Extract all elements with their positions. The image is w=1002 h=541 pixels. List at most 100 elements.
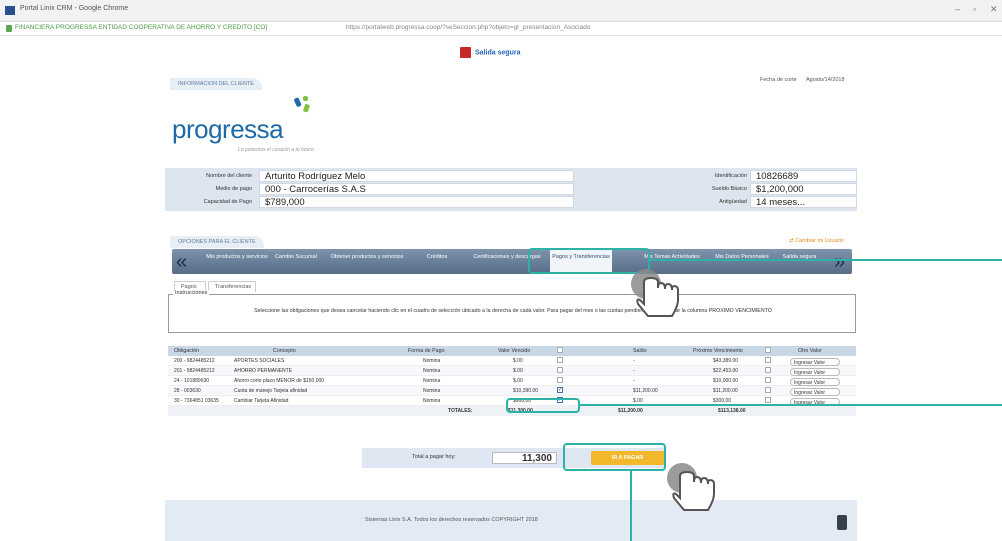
overdue-checkbox[interactable]: [557, 377, 563, 383]
progressa-logo: progressa: [172, 96, 310, 145]
overdue-checkbox[interactable]: ✓: [557, 387, 563, 393]
total-balance: $11,200.00: [618, 408, 643, 414]
overdue-cell: $.00: [513, 358, 523, 364]
tab-transfers[interactable]: Transferencias: [208, 281, 256, 292]
main-nav: « Mis productos y servicios Cambio Sucur…: [172, 249, 852, 274]
col-other-value: Otro Valor: [798, 348, 822, 354]
instructions-text: Seleccione las obligaciones que desea ca…: [254, 308, 772, 314]
select-all-next-due-checkbox[interactable]: [765, 347, 771, 353]
col-next-due: Próximo Vencimiento: [693, 348, 743, 354]
highlight-pay-button: [563, 443, 666, 471]
next-due-checkbox[interactable]: [765, 377, 771, 383]
restore-icon[interactable]: ▫: [973, 4, 976, 14]
nav-prev-icon[interactable]: «: [176, 252, 187, 272]
concept-cell: Cambiar Tarjeta Afinidad: [234, 398, 289, 404]
col-payment-form: Forma de Pago: [408, 348, 445, 354]
instructions-legend: Instrucciones: [173, 290, 210, 296]
next-due-checkbox[interactable]: [765, 387, 771, 393]
nav-change-branch[interactable]: Cambio Sucursal: [272, 254, 320, 261]
payment-form-cell: Nomina: [423, 388, 441, 394]
overdue-checkbox[interactable]: [557, 357, 563, 363]
other-value-input[interactable]: Ingresar Valor: [790, 378, 840, 386]
next-due-checkbox[interactable]: [765, 357, 771, 363]
next-due-cell: $22,453.00: [713, 368, 739, 374]
balance-cell: $11,200.00: [633, 388, 658, 394]
col-obligation: Obligación: [174, 348, 200, 354]
window-title: Portal Linix CRM - Google Chrome: [20, 5, 129, 12]
col-concept: Concepto: [273, 348, 296, 354]
concept-cell: AHORRO PERMANENTE: [234, 368, 293, 374]
next-due-cell: $43,389.00: [713, 358, 739, 364]
id-label: Identificación: [714, 173, 747, 179]
overdue-cell: $.00: [513, 378, 523, 384]
client-row: Nombre del cliente Arturito Rodríguez Me…: [167, 170, 857, 182]
obligation-cell: 30 - 7364851 03635: [174, 398, 219, 404]
logout-link[interactable]: Salida segura: [460, 47, 521, 58]
table-row: 200 - 9824485212 APORTES SOCIALES Nomina $.…: [168, 356, 856, 366]
salary-field: $1,200,000: [750, 183, 857, 195]
tap-hand-icon: [631, 269, 679, 317]
tap-hand-icon: [667, 463, 715, 511]
callout-line: [650, 259, 1002, 261]
nav-next-icon[interactable]: »: [834, 252, 845, 272]
select-all-overdue-checkbox[interactable]: [557, 347, 563, 353]
payment-form-cell: Nomina: [423, 358, 441, 364]
obligation-cell: 24 - 101889630: [174, 378, 210, 384]
address-bar[interactable]: FINANCIERA PROGRESSA ENTIDAD COOPERATIVA…: [0, 22, 1002, 36]
slogan: Lo ponemos el corazón a tu futuro: [238, 147, 314, 153]
client-info-table: Nombre del cliente Arturito Rodríguez Me…: [165, 168, 857, 211]
pay-total-field[interactable]: 11,300: [492, 452, 557, 464]
url-host: https://portalweb.progressa.coop: [346, 24, 441, 31]
next-due-checkbox[interactable]: [765, 397, 771, 403]
client-row: Medio de pago 000 - Carrocerías S.A.S Su…: [167, 183, 857, 195]
change-user-label: Cambiar mi Usuario: [795, 238, 844, 244]
client-name-label: Nombre del cliente: [206, 173, 252, 179]
col-overdue: Valor Vencido: [498, 348, 531, 354]
lock-icon: [6, 25, 12, 32]
payment-method-field: 000 - Carrocerías S.A.S: [259, 183, 574, 195]
minimize-icon[interactable]: –: [955, 4, 960, 14]
other-value-input[interactable]: Ingresar Valor: [790, 368, 840, 376]
overdue-cell: $10,390.00: [513, 388, 539, 394]
instructions-box: Instrucciones Seleccione las obligacione…: [168, 290, 856, 333]
logo-text: progressa: [172, 114, 284, 144]
seniority-field: 14 meses...: [750, 196, 857, 208]
logo-mark-icon: [294, 96, 310, 113]
table-row: 201 - 9824485212 AHORRO PERMANENTE Nomina $…: [168, 366, 856, 376]
callout-line: [580, 404, 1002, 406]
exit-door-icon: [460, 47, 471, 58]
next-due-checkbox[interactable]: [765, 367, 771, 373]
obligation-cell: 28 - 003630: [174, 388, 201, 394]
url-path: /?seSeccion.php?objeto=gr_presentacion_A…: [440, 24, 591, 31]
nav-my-products[interactable]: Mis productos y servicios: [202, 254, 272, 261]
overdue-checkbox[interactable]: [557, 367, 563, 373]
pay-total-label: Total a pagar hoy:: [412, 454, 456, 460]
payment-form-cell: Nomina: [423, 398, 441, 404]
payment-form-cell: Nomina: [423, 378, 441, 384]
footer: Sistemas Linix S.A. Todos los derechos r…: [165, 500, 857, 541]
balance-cell: -: [633, 358, 635, 364]
nav-get-products[interactable]: Obtener productos y servicios: [327, 254, 407, 261]
seniority-label: Antigüedad: [719, 199, 747, 205]
table-row: 24 - 101889630 Ahorro corto plazo MENOR d…: [168, 376, 856, 386]
nav-credits[interactable]: Créditos: [412, 254, 462, 261]
table-row: 28 - 003630 Cuota de manejo Tarjeta afini…: [168, 386, 856, 396]
site-identity: FINANCIERA PROGRESSA ENTIDAD COOPERATIVA…: [15, 24, 268, 31]
section-client-options: OPCIONES PARA EL CLIENTE: [170, 236, 264, 248]
overdue-cell: $.00: [513, 368, 523, 374]
total-next-due: $113,138.00: [718, 408, 746, 414]
client-name-field: Arturito Rodríguez Melo: [259, 170, 574, 182]
balance-cell: -: [633, 378, 635, 384]
highlight-checkbox: [506, 398, 580, 413]
other-value-input[interactable]: Ingresar Valor: [790, 358, 840, 366]
change-user-link[interactable]: ⇄ Cambiar mi Usuario: [789, 238, 844, 244]
logout-label: Salida segura: [475, 49, 521, 57]
next-due-cell: $11,200.00: [713, 388, 738, 394]
close-icon[interactable]: ✕: [990, 4, 998, 15]
id-field: 10826689: [750, 170, 857, 182]
col-balance: Saldo: [633, 348, 647, 354]
concept-cell: Ahorro corto plazo MENOR de $150.000: [234, 378, 325, 384]
url-text[interactable]: https://portalweb.progressa.coop/?seSecc…: [346, 24, 590, 31]
callout-line: [630, 471, 632, 541]
other-value-input[interactable]: Ingresar Valor: [790, 388, 840, 396]
